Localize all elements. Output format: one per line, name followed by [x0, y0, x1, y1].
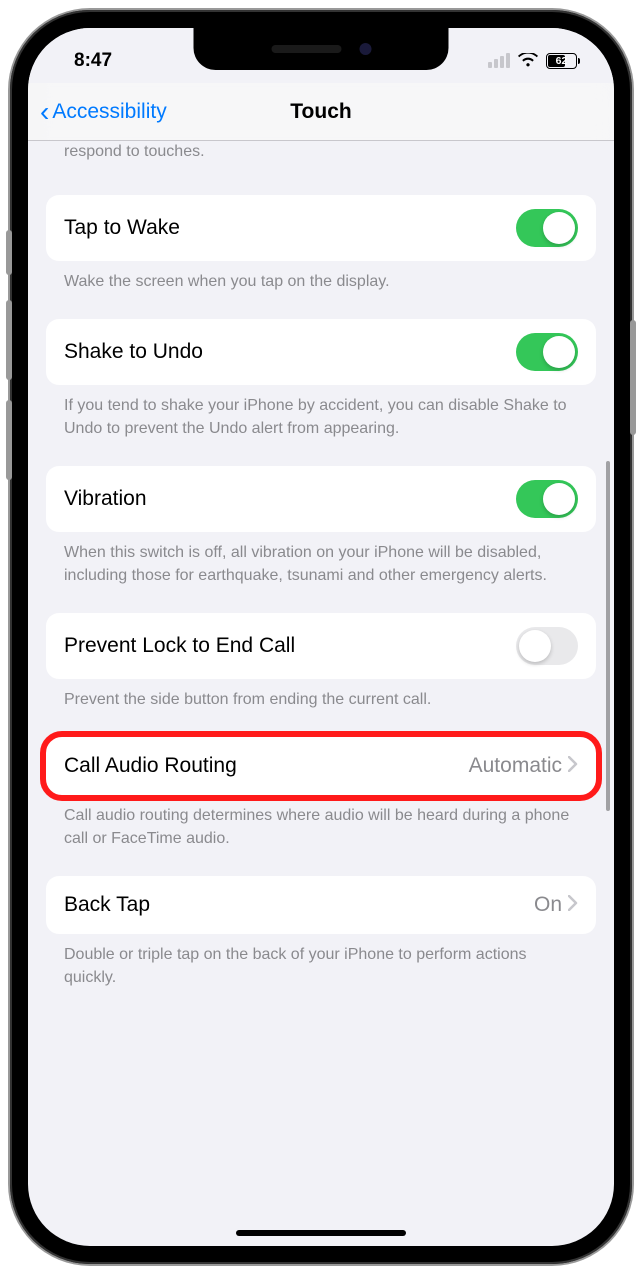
setting-group-vibration: Vibration When this switch is off, all v…	[46, 466, 596, 587]
setting-footer: When this switch is off, all vibration o…	[46, 532, 596, 587]
scroll-indicator[interactable]	[606, 461, 610, 811]
row-label: Back Tap	[64, 893, 150, 917]
row-label: Tap to Wake	[64, 216, 180, 240]
status-time: 8:47	[74, 50, 112, 72]
row-back-tap[interactable]: Back Tap On	[46, 876, 596, 934]
setting-group-tap-to-wake: Tap to Wake Wake the screen when you tap…	[46, 195, 596, 293]
toggle-prevent-lock[interactable]	[516, 627, 578, 665]
toggle-tap-to-wake[interactable]	[516, 209, 578, 247]
chevron-right-icon	[568, 756, 578, 777]
home-indicator[interactable]	[236, 1230, 406, 1236]
back-button[interactable]: ‹ Accessibility	[40, 98, 167, 126]
row-label: Shake to Undo	[64, 340, 203, 364]
volume-down-button	[6, 400, 12, 480]
mute-switch	[6, 230, 12, 275]
row-vibration[interactable]: Vibration	[46, 466, 596, 532]
notch	[194, 28, 449, 70]
speaker-grille	[271, 45, 341, 53]
battery-icon: 62	[546, 53, 580, 69]
navigation-bar: ‹ Accessibility Touch	[28, 83, 614, 141]
row-label: Prevent Lock to End Call	[64, 634, 295, 658]
iphone-device-frame: 8:47 62 ‹ Accessib	[10, 10, 632, 1264]
toggle-vibration[interactable]	[516, 480, 578, 518]
volume-up-button	[6, 300, 12, 380]
setting-footer: If you tend to shake your iPhone by acci…	[46, 385, 596, 440]
row-value: On	[534, 893, 562, 917]
row-prevent-lock-to-end-call[interactable]: Prevent Lock to End Call	[46, 613, 596, 679]
back-button-label: Accessibility	[52, 100, 166, 124]
setting-footer: Double or triple tap on the back of your…	[46, 934, 596, 989]
row-value: Automatic	[469, 754, 562, 778]
front-camera	[359, 43, 371, 55]
setting-group-prevent-lock: Prevent Lock to End Call Prevent the sid…	[46, 613, 596, 711]
setting-footer: Prevent the side button from ending the …	[46, 679, 596, 711]
settings-scroll-content[interactable]: respond to touches. Tap to Wake Wake the…	[28, 141, 614, 1246]
side-button	[630, 320, 636, 435]
partial-footer-text: respond to touches.	[46, 141, 596, 169]
chevron-right-icon	[568, 895, 578, 916]
screen: 8:47 62 ‹ Accessib	[28, 28, 614, 1246]
row-call-audio-routing[interactable]: Call Audio Routing Automatic	[46, 737, 596, 795]
battery-percent: 62	[556, 55, 568, 67]
setting-group-back-tap: Back Tap On Double or triple tap on the …	[46, 876, 596, 989]
row-label: Vibration	[64, 487, 147, 511]
toggle-shake-to-undo[interactable]	[516, 333, 578, 371]
row-shake-to-undo[interactable]: Shake to Undo	[46, 319, 596, 385]
chevron-left-icon: ‹	[40, 98, 49, 126]
row-label: Call Audio Routing	[64, 754, 237, 778]
setting-footer: Call audio routing determines where audi…	[46, 795, 596, 850]
row-tap-to-wake[interactable]: Tap to Wake	[46, 195, 596, 261]
setting-group-call-audio-routing: Call Audio Routing Automatic Call audio …	[46, 737, 596, 850]
page-title: Touch	[290, 100, 351, 124]
wifi-icon	[518, 53, 538, 68]
cellular-signal-icon	[488, 53, 510, 68]
status-icons: 62	[488, 53, 580, 69]
setting-group-shake-to-undo: Shake to Undo If you tend to shake your …	[46, 319, 596, 440]
setting-footer: Wake the screen when you tap on the disp…	[46, 261, 596, 293]
